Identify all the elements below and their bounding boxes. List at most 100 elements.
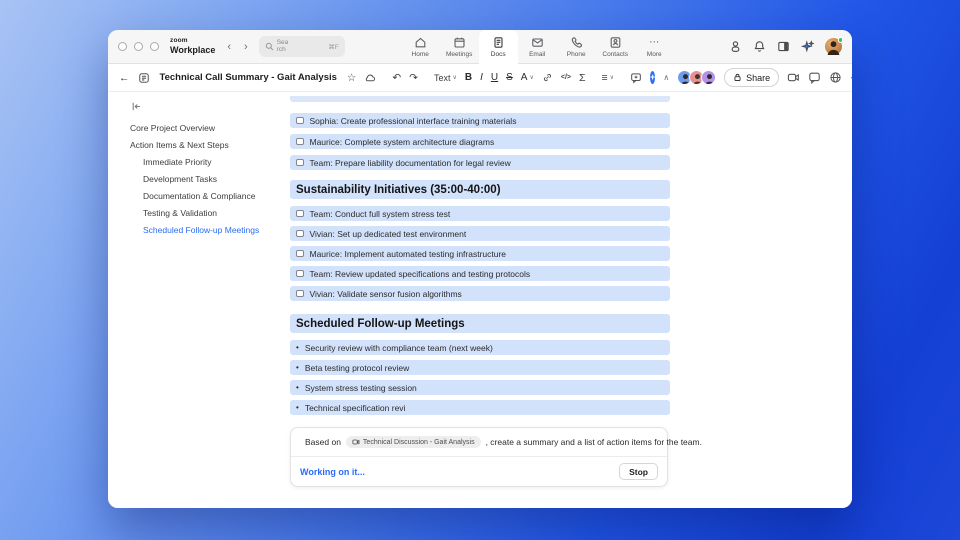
minimize-window-button[interactable] (134, 42, 143, 51)
doc-back-button[interactable]: ← (119, 72, 130, 84)
nav-back-button[interactable]: ‹ (227, 41, 231, 53)
outline-item[interactable]: Action Items & Next Steps (130, 136, 282, 153)
checklist-top: Sophia: Create professional interface tr… (290, 113, 670, 170)
checkbox[interactable] (296, 269, 304, 278)
strikethrough-button[interactable]: S (506, 72, 513, 83)
favorite-star-icon[interactable]: ☆ (347, 72, 356, 84)
bold-button[interactable]: B (465, 72, 472, 83)
document-outline-sidebar: Core Project Overview Action Items & Nex… (108, 92, 282, 508)
checkbox[interactable] (296, 158, 304, 167)
formula-sigma-button[interactable]: Σ (579, 72, 586, 84)
document-title: Technical Call Summary - Gait Analysis (159, 72, 337, 83)
bullet-item[interactable]: • Security review with compliance team (… (290, 340, 670, 355)
insert-plus-button[interactable]: + (650, 71, 656, 84)
add-comment-button[interactable] (630, 72, 642, 84)
italic-button[interactable]: I (480, 72, 483, 83)
checklist-item[interactable]: Team: Prepare liability documentation fo… (290, 155, 670, 170)
tab-docs[interactable]: Docs (478, 30, 518, 65)
side-panel-toggle-icon[interactable] (777, 40, 790, 53)
document-toolbar: ← Technical Call Summary - Gait Analysis… (108, 64, 852, 92)
outline-item[interactable]: Testing & Validation (130, 204, 282, 221)
undo-button[interactable]: ↶ (392, 72, 401, 84)
bullet-icon: • (296, 403, 299, 412)
email-icon (531, 37, 543, 47)
zoom-workplace-logo: zoom Workplace (170, 37, 216, 55)
text-style-dropdown[interactable]: Text ∨ (434, 73, 457, 83)
ai-companion-sparkle-icon[interactable] (801, 40, 814, 53)
checklist-item[interactable]: Maurice: Complete system architecture di… (290, 134, 670, 149)
app-title-bar: zoom Workplace ‹ › Search ⌘F Home Meeti (108, 30, 852, 65)
section-heading-meetings[interactable]: Scheduled Follow-up Meetings (290, 314, 670, 333)
checklist-item[interactable]: Team: Review updated specifications and … (290, 266, 670, 281)
outline-item[interactable]: Development Tasks (130, 170, 282, 187)
tab-email[interactable]: Email (518, 30, 557, 64)
section-heading-sustainability[interactable]: Sustainability Initiatives (35:00-40:00) (290, 180, 670, 199)
search-shortcut-hint: ⌘F (328, 43, 339, 51)
nav-forward-button[interactable]: › (244, 41, 248, 53)
collaborator-avatars (677, 70, 717, 85)
bullet-icon: • (296, 363, 299, 372)
checklist-item[interactable]: Maurice: Implement automated testing inf… (290, 246, 670, 261)
chat-button[interactable] (808, 71, 821, 84)
lock-icon (734, 73, 741, 81)
checklist-item[interactable]: Sophia: Create professional interface tr… (290, 113, 670, 128)
source-document-chip[interactable]: Technical Discussion - Gait Analysis (345, 436, 481, 448)
profile-contact-icon[interactable] (729, 40, 742, 53)
text-color-dropdown[interactable]: A ∨ (521, 72, 534, 83)
collapse-toolbar-caret[interactable]: ∧ (663, 73, 669, 82)
close-window-button[interactable] (118, 42, 127, 51)
tab-home[interactable]: Home (401, 30, 440, 64)
chevron-down-icon: ∨ (452, 75, 457, 81)
maximize-window-button[interactable] (150, 42, 159, 51)
checkbox[interactable] (296, 137, 304, 146)
window-body: Core Project Overview Action Items & Nex… (108, 92, 852, 508)
chevron-down-icon: ∨ (609, 75, 615, 81)
cloud-sync-icon[interactable] (364, 72, 376, 84)
tab-contacts[interactable]: Contacts (596, 30, 635, 64)
checkbox[interactable] (296, 249, 304, 258)
checklist-sustainability: Team: Conduct full system stress test Vi… (290, 206, 670, 301)
underline-button[interactable]: U (491, 72, 498, 83)
bullet-item[interactable]: • System stress testing session (290, 380, 670, 395)
alignment-dropdown[interactable]: ≡ ∨ (602, 72, 615, 84)
docs-home-icon[interactable] (138, 72, 150, 84)
collapse-outline-button[interactable] (131, 101, 282, 112)
language-globe-button[interactable] (829, 71, 842, 84)
checkbox[interactable] (296, 209, 304, 218)
bullet-icon: • (296, 383, 299, 392)
tab-phone[interactable]: Phone (557, 30, 596, 64)
more-dots-icon: ⋯ (649, 36, 660, 48)
outline-item[interactable]: Documentation & Compliance (130, 187, 282, 204)
tab-more[interactable]: ⋯ More (635, 30, 674, 64)
outline-item[interactable]: Scheduled Follow-up Meetings (130, 221, 282, 238)
history-navigation: ‹ › (227, 41, 247, 53)
bullet-item[interactable]: • Beta testing protocol review (290, 360, 670, 375)
checkbox[interactable] (296, 289, 304, 298)
checklist-item[interactable]: Vivian: Set up dedicated test environmen… (290, 226, 670, 241)
bullet-item[interactable]: • Technical specification revi (290, 400, 670, 415)
search-input[interactable]: Sea rch ⌘F (258, 36, 345, 57)
docs-icon (494, 37, 503, 48)
code-block-button[interactable]: </> (561, 74, 571, 81)
video-call-button[interactable] (787, 71, 800, 84)
outline-item[interactable]: Immediate Priority (130, 153, 282, 170)
checkbox[interactable] (296, 116, 304, 125)
outline-items: Core Project Overview Action Items & Nex… (130, 119, 282, 238)
ai-companion-panel: Based on Technical Discussion - Gait Ana… (290, 427, 702, 487)
tab-meetings[interactable]: Meetings (440, 30, 479, 64)
checklist-item[interactable]: Vivian: Validate sensor fusion algorithm… (290, 286, 670, 301)
redo-button[interactable]: ↷ (409, 72, 418, 84)
ai-prompt-row: Based on Technical Discussion - Gait Ana… (291, 428, 702, 457)
share-button[interactable]: Share (724, 68, 780, 87)
document-canvas[interactable]: Sophia: Create professional interface tr… (282, 92, 852, 508)
stop-button[interactable]: Stop (619, 463, 658, 480)
user-avatar[interactable] (825, 37, 843, 55)
checkbox[interactable] (296, 229, 304, 238)
notifications-bell-icon[interactable] (753, 40, 766, 53)
checklist-item[interactable]: Team: Conduct full system stress test (290, 206, 670, 221)
collaborator-avatar[interactable] (701, 70, 717, 85)
outline-item[interactable]: Core Project Overview (130, 119, 282, 136)
more-options-button[interactable]: ⋯ (850, 72, 852, 84)
insert-link-button[interactable] (542, 72, 553, 83)
window-controls (118, 42, 159, 51)
